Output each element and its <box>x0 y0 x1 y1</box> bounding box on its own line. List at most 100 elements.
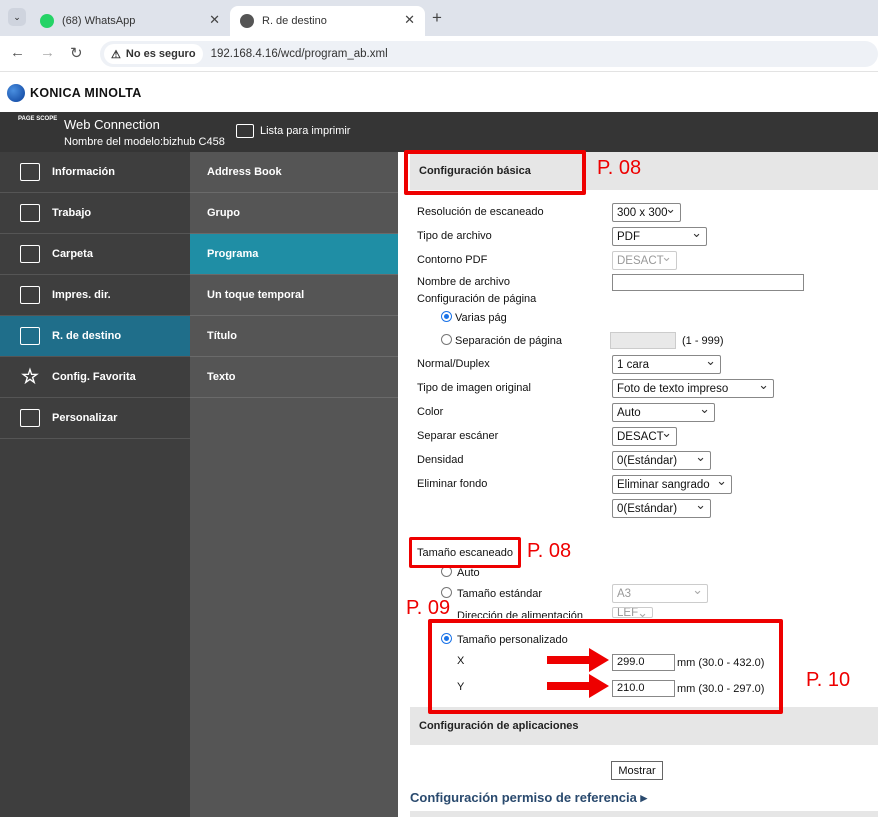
resolution-label: Resolución de escaneado <box>417 206 544 218</box>
annotation-box-basic <box>404 150 586 195</box>
show-button[interactable]: Mostrar <box>611 761 663 780</box>
sub-menu: Address Book Grupo Programa Un toque tem… <box>190 152 398 817</box>
close-tab-icon[interactable]: ✕ <box>209 12 220 28</box>
annotation-p08-scan-size: P. 08 <box>527 540 572 562</box>
background-removal-label: Eliminar fondo <box>417 478 488 490</box>
globe-icon <box>240 14 254 28</box>
pdf-outline-select[interactable]: DESACT <box>612 249 677 270</box>
density-select[interactable]: 0(Estándar) <box>612 449 711 470</box>
menu-item-informacion[interactable]: Información <box>0 152 190 193</box>
security-label: No es seguro <box>125 48 196 60</box>
forward-arrow-icon[interactable]: → <box>40 44 55 61</box>
direct-print-icon <box>20 286 40 304</box>
submenu-item-grupo[interactable]: Grupo <box>190 193 398 234</box>
menu-label: R. de destino <box>52 330 122 342</box>
omnibox[interactable]: ⚠ No es seguro 192.168.4.16/wcd/program_a… <box>100 41 878 67</box>
menu-item-personalizar[interactable]: Personalizar <box>0 398 190 439</box>
filetype-label: Tipo de archivo <box>417 230 492 242</box>
submenu-item-titulo[interactable]: Título <box>190 316 398 357</box>
menu-label: Trabajo <box>52 207 92 219</box>
page-separation-input[interactable] <box>610 332 676 349</box>
original-type-select[interactable]: Foto de texto impreso <box>612 377 774 398</box>
color-select[interactable]: Auto <box>612 401 715 422</box>
submenu-item-texto[interactable]: Texto <box>190 357 398 398</box>
filename-label: Nombre de archivo <box>417 276 510 288</box>
section-title: Configuración de aplicaciones <box>419 720 579 732</box>
main-menu: Información Trabajo Carpeta Impres. dir.… <box>0 152 190 817</box>
menu-item-config-favorita[interactable]: ☆ Config. Favorita <box>0 357 190 398</box>
pagescope-logo: PAGE SCOPE <box>18 116 58 122</box>
konica-globe-logo-icon <box>7 84 25 102</box>
warning-icon: ⚠ <box>111 48 121 61</box>
app-title: Web Connection <box>64 117 160 132</box>
density-label: Densidad <box>417 454 464 466</box>
annotation-arrow-x-icon <box>547 648 611 672</box>
feed-direction-label: Dirección de alimentación <box>457 610 583 618</box>
back-arrow-icon[interactable]: ← <box>10 44 25 61</box>
background-level-select[interactable]: 0(Estándar) <box>612 497 711 518</box>
menu-label: Carpeta <box>52 248 93 260</box>
duplex-label: Normal/Duplex <box>417 358 490 370</box>
standard-size-select[interactable]: A3 <box>612 582 708 603</box>
model-name: Nombre del modelo:bizhub C458 <box>64 136 225 148</box>
original-type-label: Tipo de imagen original <box>417 382 531 394</box>
separate-scan-select[interactable]: DESACT <box>612 425 677 446</box>
print-list-label: Lista para imprimir <box>260 125 351 137</box>
document-icon <box>20 204 40 222</box>
browser-tab-bar: ⌄ (68) WhatsApp ✕ R. de destino ✕ + <box>0 0 878 36</box>
new-tab-plus-icon[interactable]: + <box>432 8 442 28</box>
multi-page-radio[interactable] <box>441 311 452 322</box>
duplex-select[interactable]: 1 cara <box>612 353 721 374</box>
customize-icon <box>20 409 40 427</box>
reload-icon[interactable]: ↻ <box>70 44 83 62</box>
auto-size-label: Auto <box>457 567 480 579</box>
pdf-outline-label: Contorno PDF <box>417 254 488 266</box>
submenu-item-un-toque[interactable]: Un toque temporal <box>190 275 398 316</box>
brand-name: KONICA MINOLTA <box>30 86 142 100</box>
security-chip[interactable]: ⚠ No es seguro <box>104 44 203 64</box>
annotation-p09: P. 09 <box>406 597 451 619</box>
multi-page-label: Varias pág <box>455 312 507 324</box>
menu-item-carpeta[interactable]: Carpeta <box>0 234 190 275</box>
annotation-p08-basic: P. 08 <box>597 157 642 179</box>
menu-label: Personalizar <box>52 412 118 424</box>
tab-destination[interactable]: R. de destino ✕ <box>230 6 425 36</box>
info-printer-icon <box>20 163 40 181</box>
standard-size-label: Tamaño estándar <box>457 588 542 600</box>
url-text: 192.168.4.16/wcd/program_ab.xml <box>210 48 388 60</box>
tab-whatsapp[interactable]: (68) WhatsApp ✕ <box>30 6 230 36</box>
reference-permission-link[interactable]: Configuración permiso de referencia ▸ <box>410 790 647 806</box>
menu-item-trabajo[interactable]: Trabajo <box>0 193 190 234</box>
filename-input[interactable] <box>612 274 804 291</box>
color-label: Color <box>417 406 444 418</box>
page-separation-range: (1 - 999) <box>682 335 724 347</box>
close-tab-icon[interactable]: ✕ <box>404 12 415 28</box>
annotation-box-scan-size <box>409 537 521 568</box>
submenu-item-address-book[interactable]: Address Book <box>190 152 398 193</box>
print-list-link[interactable]: Lista para imprimir <box>236 124 350 138</box>
whatsapp-icon <box>40 14 54 28</box>
page-settings-label: Configuración de página <box>417 293 537 305</box>
separate-scan-label: Separar escáner <box>417 430 499 442</box>
address-bar-row: ← → ↻ ⚠ No es seguro 192.168.4.16/wcd/pro… <box>0 36 878 72</box>
filetype-select[interactable]: PDF <box>612 225 707 246</box>
tray-icon <box>20 245 40 263</box>
page-separation-radio[interactable] <box>441 334 452 345</box>
tab-title: (68) WhatsApp <box>62 15 136 27</box>
menu-label: Impres. dir. <box>52 289 111 301</box>
tab-search-chevron-icon[interactable]: ⌄ <box>8 8 26 26</box>
printer-list-icon <box>236 124 254 138</box>
bottom-strip <box>410 811 878 817</box>
menu-label: Config. Favorita <box>52 371 136 383</box>
feed-direction-select[interactable]: LEF <box>612 607 653 618</box>
star-icon: ☆ <box>21 366 39 388</box>
resolution-select[interactable]: 300 x 300 <box>612 201 681 222</box>
submenu-item-programa[interactable]: Programa <box>190 234 398 275</box>
annotation-p10: P. 10 <box>806 669 851 691</box>
background-removal-select[interactable]: Eliminar sangrado <box>612 473 732 494</box>
page-separation-label: Separación de página <box>455 335 563 347</box>
menu-label: Información <box>52 166 115 178</box>
menu-item-impres-dir[interactable]: Impres. dir. <box>0 275 190 316</box>
tab-title: R. de destino <box>262 15 327 27</box>
menu-item-r-de-destino[interactable]: R. de destino <box>0 316 190 357</box>
